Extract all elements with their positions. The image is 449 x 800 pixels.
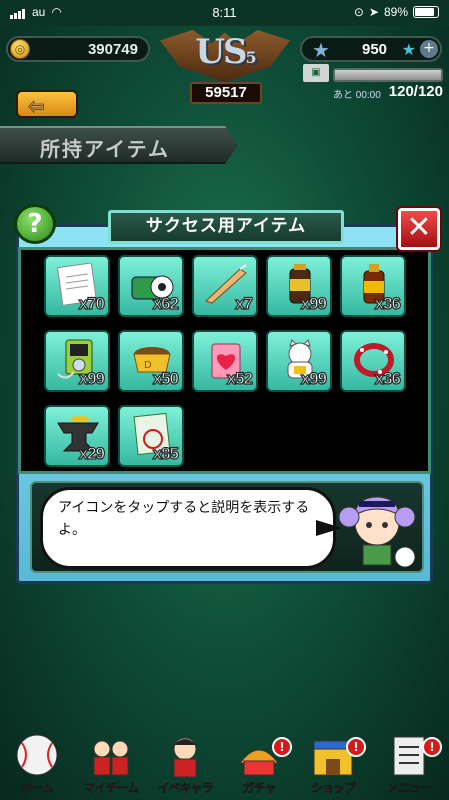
stamina-timer: あと 00:00 xyxy=(333,90,381,101)
item-qty: x99 xyxy=(300,368,328,388)
item-food-bowl[interactable]: D x50 xyxy=(118,330,184,392)
item-qty: x36 xyxy=(374,293,402,313)
item-lucky-cat[interactable]: x99 xyxy=(266,330,332,392)
item-anvil[interactable]: x29 xyxy=(44,405,110,467)
item-qty: x70 xyxy=(78,293,106,313)
item-qty: x29 xyxy=(78,443,106,463)
status-right: ⊙ ➤ 89% xyxy=(354,5,439,19)
close-button[interactable]: ✕ xyxy=(398,208,440,250)
page-title: 所持アイテム xyxy=(40,137,170,161)
stamina-fill xyxy=(335,70,441,80)
emblem-text: US5 xyxy=(195,32,256,72)
hint-text: アイコンをタップすると説明を表示するよ。 xyxy=(58,500,310,538)
rotation-lock-icon: ⊙ xyxy=(353,5,364,19)
item-qty: x50 xyxy=(152,368,180,388)
stamina-meter: ▣ あと 00:00 120/120 xyxy=(303,64,443,102)
item-bracelet[interactable]: x36 xyxy=(340,330,406,392)
nav-label: ショップ xyxy=(310,781,357,796)
nav-label: ホーム xyxy=(20,781,54,796)
help-button[interactable]: ? xyxy=(14,204,56,244)
item-entry-form[interactable]: x70 xyxy=(44,255,110,317)
stamina-icon: ▣ xyxy=(303,64,329,82)
svg-text:D: D xyxy=(144,360,152,371)
rank-points: 59517 xyxy=(190,82,262,104)
rank-emblem[interactable]: US5 59517 xyxy=(160,26,290,108)
event-character-icon xyxy=(173,737,197,778)
battery-icon xyxy=(413,6,439,18)
coin-value: 390749 xyxy=(87,41,138,58)
back-button[interactable]: ⇦ xyxy=(16,90,78,119)
item-power-drink[interactable]: x36 xyxy=(340,255,406,317)
star-counter: ★ 950 ★ + xyxy=(300,36,442,62)
nav-label: メニュー xyxy=(386,781,433,796)
team-icon xyxy=(93,740,129,776)
coin-counter: ◎ 390749 xyxy=(6,36,150,62)
item-qty: x99 xyxy=(300,293,328,313)
page-title-bar: 所持アイテム xyxy=(0,126,238,164)
nav-label: マイチーム xyxy=(83,781,139,796)
nav-home[interactable]: ホーム xyxy=(0,733,74,800)
nav-event-characters[interactable]: イベキャラ xyxy=(148,733,222,800)
stamina-bar xyxy=(333,68,443,82)
item-energy-drink[interactable]: x99 xyxy=(266,255,332,317)
battery-percent: 89% xyxy=(383,5,408,19)
item-qty: x62 xyxy=(152,293,180,313)
location-icon: ➤ xyxy=(368,5,379,19)
item-qty: x52 xyxy=(226,368,254,388)
bottom-nav: ホーム マイチーム イベキャラ ! ガチャ ! ショップ ! メニュー xyxy=(0,733,449,800)
coin-icon: ◎ xyxy=(10,39,30,59)
item-qty: x85 xyxy=(152,443,180,463)
item-qty: x7 xyxy=(234,293,253,313)
star-shop-icon[interactable]: ★ xyxy=(402,40,416,59)
item-qty: x99 xyxy=(78,368,106,388)
gacha-alert-badge: ! xyxy=(272,737,292,757)
guide-character xyxy=(338,496,416,568)
item-heart-charm[interactable]: x52 xyxy=(192,330,258,392)
item-knife[interactable]: x7 xyxy=(192,255,258,317)
star-value: 950 xyxy=(362,41,388,58)
nav-gacha[interactable]: ! ガチャ xyxy=(222,733,296,800)
add-stars-button[interactable]: + xyxy=(420,40,438,58)
panel-title: サクセス用アイテム xyxy=(108,210,344,244)
shop-alert-badge: ! xyxy=(346,737,366,757)
item-music-player[interactable]: x99 xyxy=(44,330,110,392)
nav-label: イベキャラ xyxy=(157,781,214,796)
back-arrow-icon: ⇦ xyxy=(28,94,46,119)
menu-alert-badge: ! xyxy=(422,737,442,757)
star-icon: ★ xyxy=(312,38,330,62)
item-qty: x36 xyxy=(374,368,402,388)
item-practice-book[interactable]: x85 xyxy=(118,405,184,467)
baseball-icon xyxy=(16,734,58,776)
status-bar: au ◠ 8:11 ⊙ ➤ 89% xyxy=(0,0,449,26)
nav-menu[interactable]: ! メニュー xyxy=(372,733,446,800)
nav-my-team[interactable]: マイチーム xyxy=(74,733,148,800)
nav-shop[interactable]: ! ショップ xyxy=(296,733,370,800)
item-ball-bag[interactable]: x62 xyxy=(118,255,184,317)
stamina-count: 120/120 xyxy=(388,83,443,100)
nav-label: ガチャ xyxy=(242,781,276,796)
